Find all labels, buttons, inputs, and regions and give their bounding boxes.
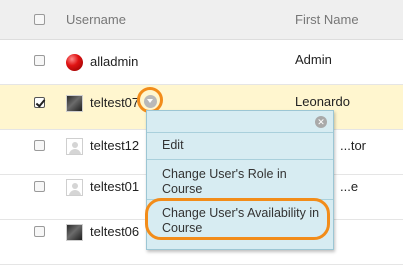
close-icon[interactable]: ✕ (315, 116, 327, 128)
menu-divider (147, 159, 333, 160)
menu-item-change-role[interactable]: Change User's Role in Course (162, 167, 327, 197)
menu-divider (147, 132, 333, 133)
first-name-cell: ...tor (340, 138, 367, 153)
row-checkbox[interactable] (34, 55, 45, 66)
user-photo-icon (66, 95, 83, 112)
row-checkbox[interactable] (34, 97, 45, 108)
default-user-icon (66, 179, 83, 196)
first-name-cell: Leonardo (295, 94, 350, 109)
username-cell: teltest07 (90, 95, 140, 110)
username-cell: teltest06 (90, 224, 140, 239)
username-cell: teltest12 (90, 138, 140, 153)
column-header-first-name[interactable]: First Name (295, 12, 359, 27)
first-name-cell: ...e (340, 179, 359, 194)
menu-divider (147, 199, 333, 200)
username-cell: alladmin (90, 54, 139, 69)
table-header: Username First Name (0, 0, 403, 40)
red-circle-icon (66, 54, 83, 71)
context-menu: ✕ Edit Change User's Role in Course Chan… (146, 110, 334, 250)
row-checkbox[interactable] (34, 226, 45, 237)
row-checkbox[interactable] (34, 140, 45, 151)
row-checkbox[interactable] (34, 181, 45, 192)
user-photo-icon (66, 224, 83, 241)
menu-item-edit[interactable]: Edit (162, 138, 327, 153)
default-user-icon (66, 138, 83, 155)
select-all-checkbox[interactable] (34, 14, 45, 25)
first-name-cell: Admin (295, 52, 332, 67)
username-cell: teltest01 (90, 179, 140, 194)
column-header-username[interactable]: Username (66, 12, 126, 27)
menu-item-change-availability[interactable]: Change User's Availability in Course (162, 206, 327, 236)
table-row: alladmin Admin (0, 40, 403, 85)
row-options-button[interactable] (144, 95, 157, 108)
